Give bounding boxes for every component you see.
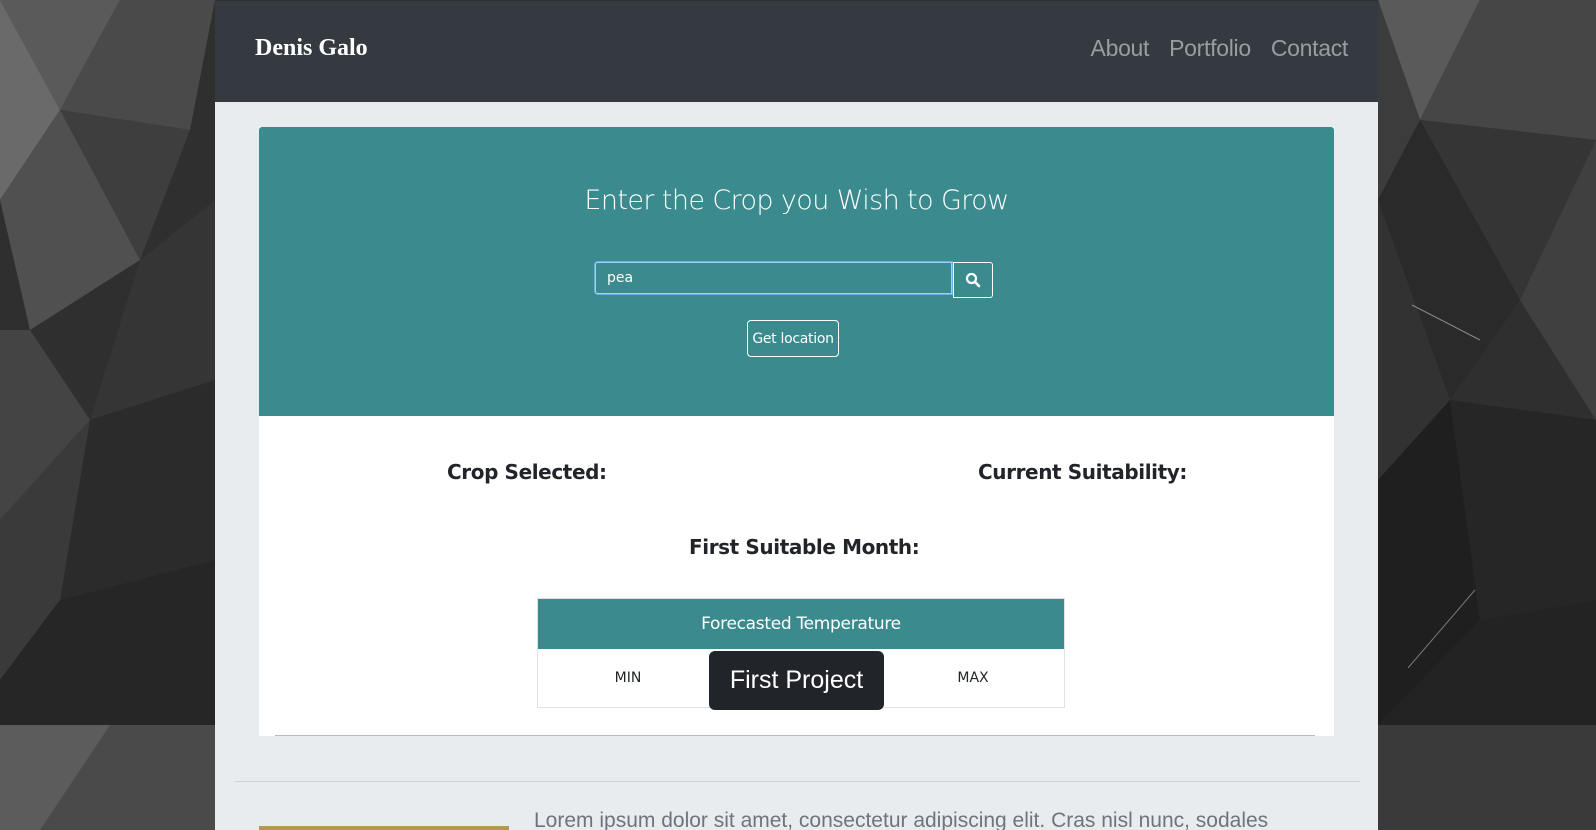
search-icon — [965, 272, 981, 288]
section-divider — [235, 781, 1360, 782]
current-suitability-label: Current Suitability: — [978, 460, 1188, 484]
project-tooltip: First Project — [709, 651, 884, 710]
card-divider — [275, 735, 1315, 736]
min-column-label: MIN — [614, 670, 642, 686]
get-location-button[interactable]: Get location — [747, 320, 839, 357]
nav-link-portfolio[interactable]: Portfolio — [1169, 35, 1251, 62]
nav-link-about[interactable]: About — [1091, 35, 1150, 62]
navbar: Denis Galo About Portfolio Contact — [215, 1, 1378, 102]
nav-links: About Portfolio Contact — [1091, 35, 1349, 62]
project-description: Lorem ipsum dolor sit amet, consectetur … — [534, 809, 1269, 830]
crop-search-hero: Enter the Crop you Wish to Grow Get loca… — [259, 127, 1334, 416]
search-button[interactable] — [953, 262, 993, 298]
brand-logo[interactable]: Denis Galo — [255, 35, 368, 62]
forecast-table-header: Forecasted Temperature — [538, 599, 1064, 649]
project-thumbnail[interactable] — [259, 826, 509, 830]
crop-card: Enter the Crop you Wish to Grow Get loca… — [259, 127, 1334, 736]
nav-link-contact[interactable]: Contact — [1271, 35, 1348, 62]
first-suitable-month-label: First Suitable Month: — [689, 535, 920, 559]
crop-search-input[interactable] — [595, 262, 952, 294]
crop-selected-label: Crop Selected: — [447, 460, 607, 484]
hero-title: Enter the Crop you Wish to Grow — [584, 185, 1009, 216]
max-column-label: MAX — [957, 670, 989, 686]
